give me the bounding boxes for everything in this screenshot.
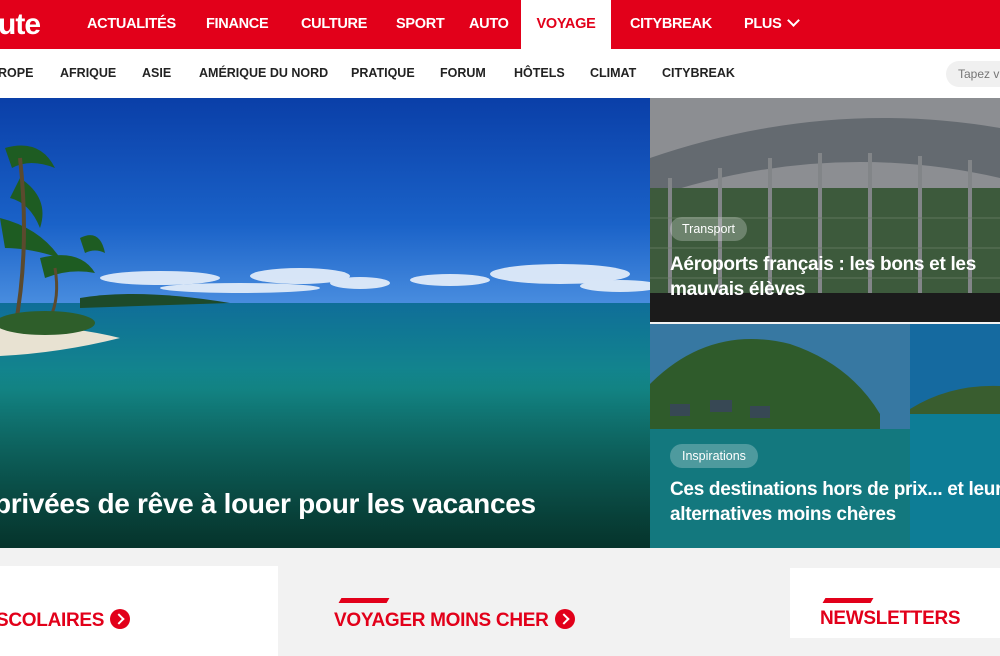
hero-beach-image — [0, 98, 650, 548]
tag-inspirations[interactable]: Inspirations — [670, 444, 758, 468]
arrow-right-icon — [110, 609, 131, 629]
section-accent — [822, 598, 874, 603]
subnav-pratique[interactable]: PRATIQUE — [351, 49, 415, 98]
sub-navigation: ROPE AFRIQUE ASIE AMÉRIQUE DU NORD PRATI… — [0, 49, 1000, 98]
article-card-airports[interactable]: Transport Aéroports français : les bons … — [650, 98, 1000, 322]
chevron-down-icon — [787, 14, 801, 27]
hero-title: privées de rêve à louer pour les vacance… — [0, 488, 536, 519]
section-accent — [338, 598, 390, 603]
subnav-amerique-du-nord[interactable]: AMÉRIQUE DU NORD — [199, 49, 328, 98]
subnav-forum[interactable]: FORUM — [440, 49, 486, 98]
nav-plus-label: PLUS — [744, 16, 782, 32]
search-input[interactable] — [946, 61, 1000, 87]
nav-actualites[interactable]: ACTUALITÉS — [87, 0, 176, 49]
article-card-destinations[interactable]: Inspirations Ces destinations hors de pr… — [650, 324, 1000, 548]
hero-article[interactable]: privées de rêve à louer pour les vacance… — [0, 98, 650, 548]
section-voyager-moins-cher[interactable]: VOYAGER MOINS CHER — [334, 606, 575, 632]
nav-plus[interactable]: PLUS — [744, 0, 801, 49]
section-scolaires[interactable]: SCOLAIRES — [0, 606, 131, 632]
nav-finance[interactable]: FINANCE — [206, 0, 269, 49]
nav-citybreak[interactable]: CITYBREAK — [630, 0, 712, 49]
subnav-asie[interactable]: ASIE — [142, 49, 171, 98]
arrow-right-icon — [554, 609, 575, 629]
lower-sections: SCOLAIRES VOYAGER MOINS CHER NEWSLETTERS — [0, 548, 1000, 656]
tag-transport[interactable]: Transport — [670, 217, 748, 241]
top-navigation: ute ACTUALITÉS FINANCE CULTURE SPORT AUT… — [0, 0, 1000, 49]
subnav-climat[interactable]: CLIMAT — [590, 49, 636, 98]
section-scolaires-label: SCOLAIRES — [0, 610, 105, 631]
site-logo[interactable]: ute — [0, 8, 41, 42]
nav-voyage[interactable]: VOYAGE — [521, 0, 611, 49]
section-voyager-label: VOYAGER MOINS CHER — [334, 610, 549, 631]
nav-culture[interactable]: CULTURE — [301, 0, 367, 49]
nav-auto[interactable]: AUTO — [469, 0, 509, 49]
section-newsletters[interactable]: NEWSLETTERS — [820, 608, 961, 630]
card-title-destinations: Ces destinations hors de prix... et leur… — [670, 479, 1000, 525]
subnav-citybreak[interactable]: CITYBREAK — [662, 49, 735, 98]
subnav-europe[interactable]: ROPE — [0, 49, 33, 98]
subnav-hotels[interactable]: HÔTELS — [514, 49, 565, 98]
nav-sport[interactable]: SPORT — [396, 0, 445, 49]
subnav-afrique[interactable]: AFRIQUE — [60, 49, 116, 98]
card-title-airports: Aéroports français : les bons et les mau… — [670, 254, 976, 300]
